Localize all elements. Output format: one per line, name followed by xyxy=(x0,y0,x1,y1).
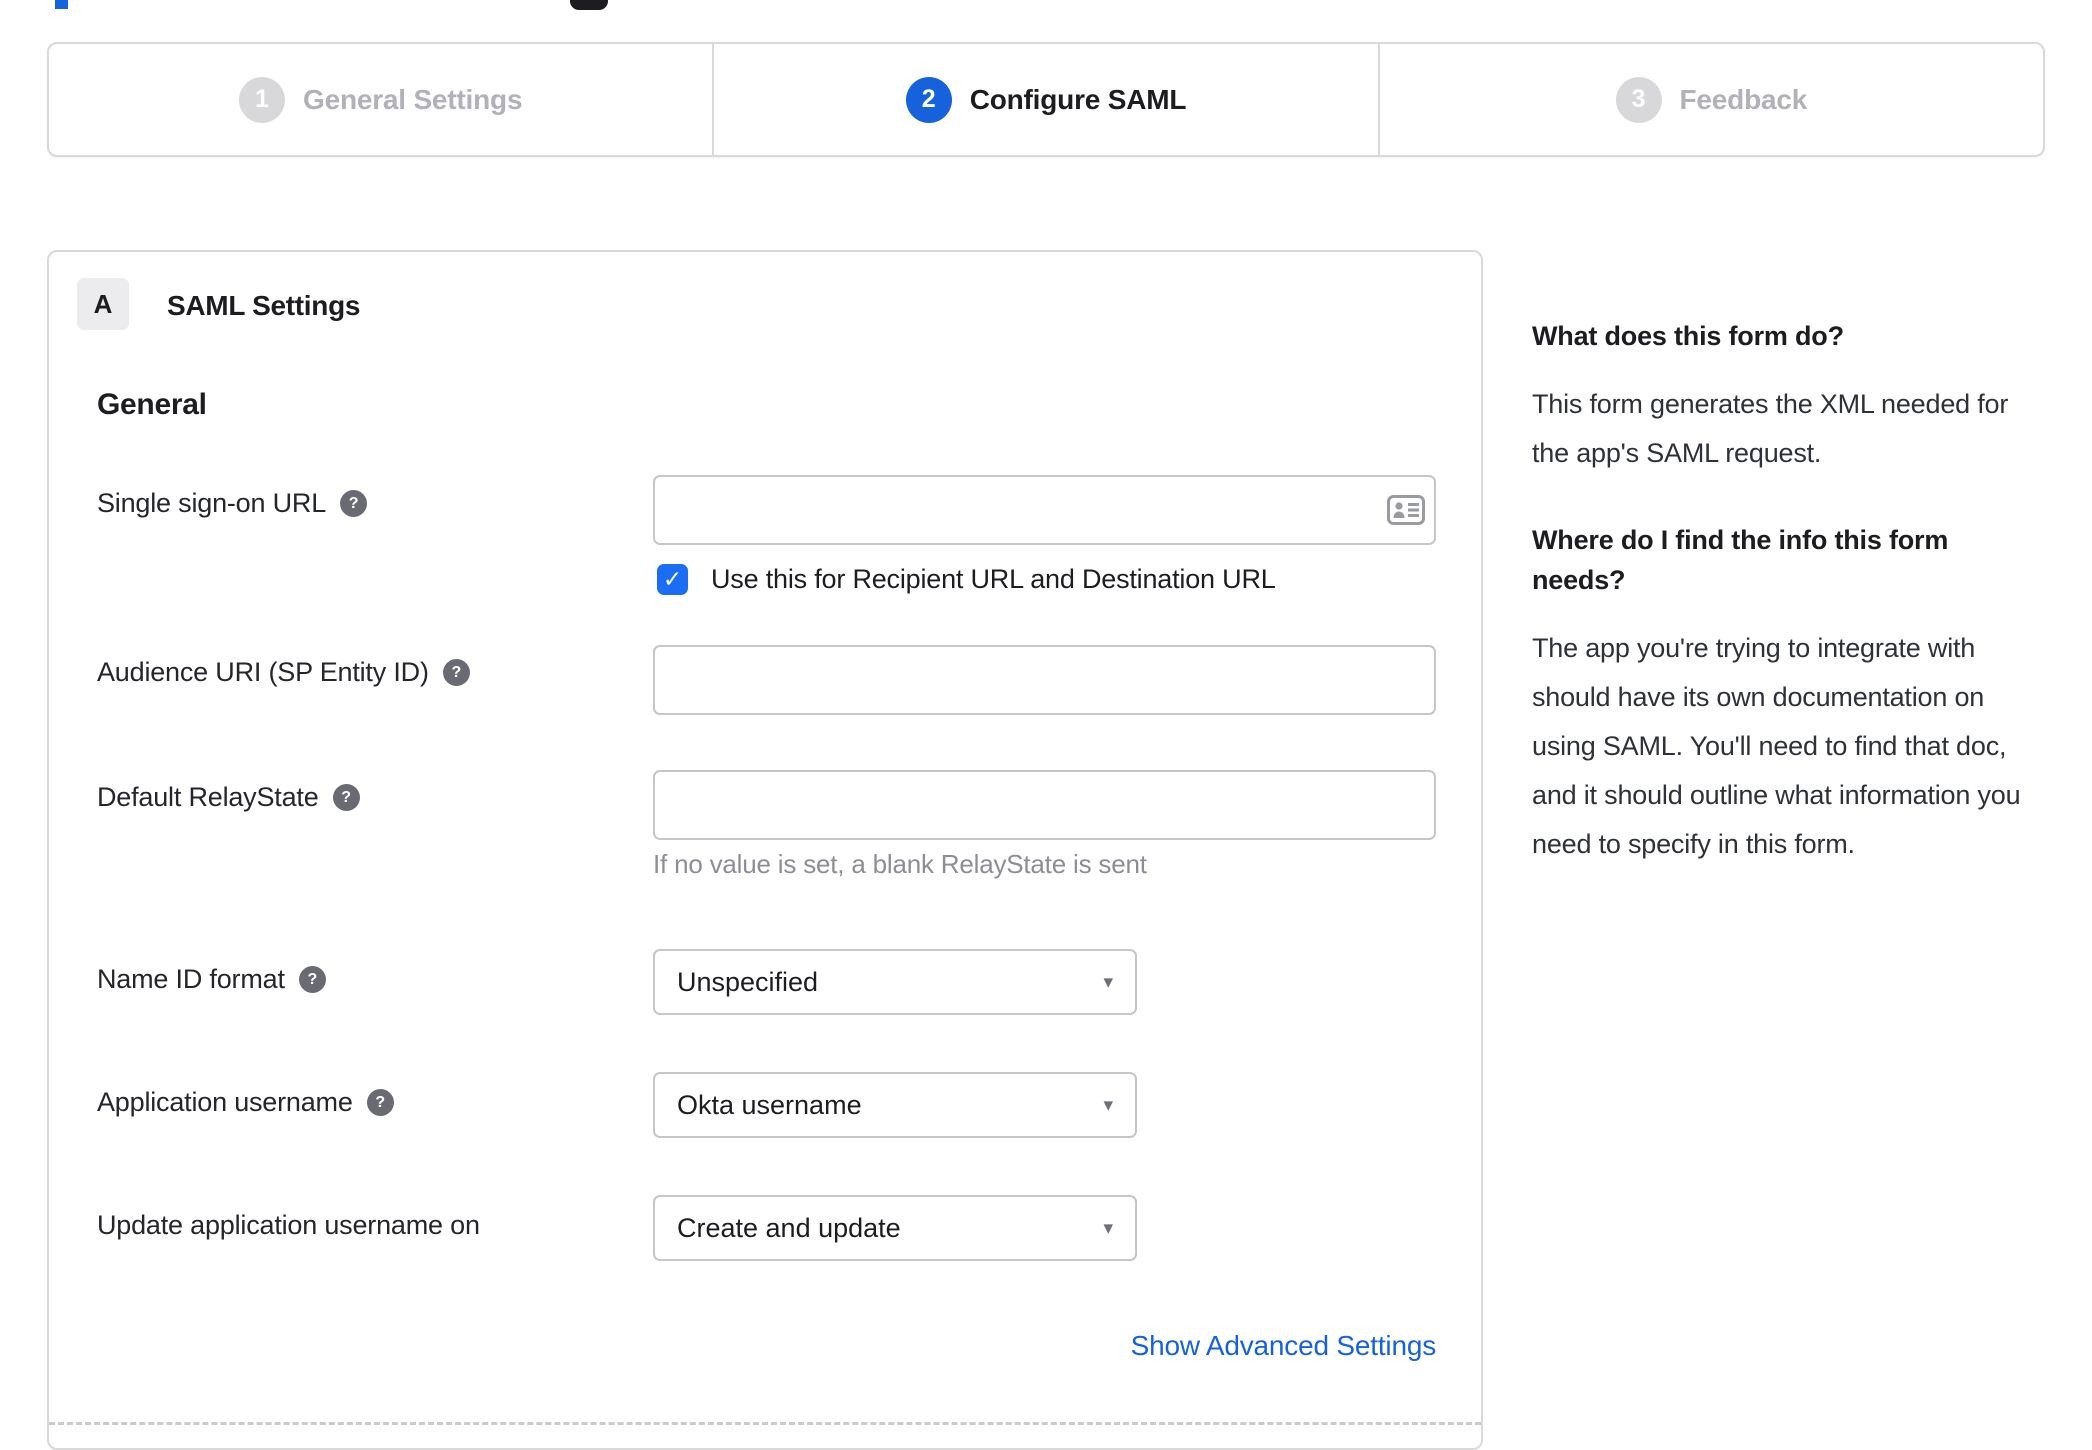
help-icon[interactable]: ? xyxy=(442,659,470,686)
step-3-label: Feedback xyxy=(1679,83,1808,115)
section-a-badge: A xyxy=(77,278,129,330)
update-application-username-label-text: Update application username on xyxy=(97,1210,480,1240)
contact-card-icon[interactable] xyxy=(1387,495,1425,525)
step-general-settings[interactable]: 1 General Settings xyxy=(49,44,712,155)
help-where-body: The app you're trying to integrate with … xyxy=(1532,633,2021,859)
help-where-heading: Where do I find the info this form needs… xyxy=(1532,525,1949,595)
update-application-username-select[interactable]: Create and update ▾ xyxy=(653,1195,1137,1261)
application-username-label: Application username ? xyxy=(97,1087,394,1118)
single-sign-on-url-input[interactable] xyxy=(653,475,1436,545)
application-username-select[interactable]: Okta username ▾ xyxy=(653,1072,1137,1138)
help-what-heading: What does this form do? xyxy=(1532,321,1844,351)
use-this-checkbox[interactable]: ✓ xyxy=(657,564,688,595)
step-3-circle: 3 xyxy=(1615,76,1662,123)
relaystate-hint: If no value is set, a blank RelayState i… xyxy=(653,849,1147,879)
saml-settings-card: A SAML Settings General Single sign-on U… xyxy=(47,250,1483,1450)
name-id-format-label: Name ID format ? xyxy=(97,964,326,995)
application-username-value: Okta username xyxy=(677,1089,862,1120)
wizard-stepper: 1 General Settings 2 Configure SAML 3 Fe… xyxy=(47,42,2045,157)
audience-uri-input[interactable] xyxy=(653,645,1436,715)
help-icon[interactable]: ? xyxy=(340,490,368,517)
step-1-circle: 1 xyxy=(239,76,285,123)
update-application-username-label: Update application username on xyxy=(97,1210,480,1241)
name-id-format-select[interactable]: Unspecified ▾ xyxy=(653,949,1137,1015)
audience-uri-label-text: Audience URI (SP Entity ID) xyxy=(97,657,429,687)
default-relaystate-label: Default RelayState ? xyxy=(97,782,360,813)
clipped-element-fragment xyxy=(55,0,68,9)
step-2-circle: 2 xyxy=(905,76,952,123)
chevron-down-icon: ▾ xyxy=(1103,1217,1113,1239)
clipped-logo-fragment xyxy=(570,0,608,10)
step-1-label: General Settings xyxy=(303,83,523,115)
next-section-divider xyxy=(49,1422,1481,1425)
chevron-down-icon: ▾ xyxy=(1103,1094,1113,1116)
application-username-label-text: Application username xyxy=(97,1087,353,1117)
chevron-down-icon: ▾ xyxy=(1103,971,1113,993)
name-id-format-label-text: Name ID format xyxy=(97,964,285,994)
name-id-format-value: Unspecified xyxy=(677,966,819,997)
single-sign-on-url-label: Single sign-on URL ? xyxy=(97,488,368,519)
help-icon[interactable]: ? xyxy=(366,1089,394,1116)
use-this-checkbox-label: Use this for Recipient URL and Destinati… xyxy=(711,564,1276,594)
step-configure-saml[interactable]: 2 Configure SAML xyxy=(712,44,1377,155)
general-heading: General xyxy=(97,388,207,421)
update-application-username-value: Create and update xyxy=(677,1212,901,1243)
saml-settings-title: SAML Settings xyxy=(167,290,361,321)
step-2-label: Configure SAML xyxy=(969,83,1187,115)
help-icon[interactable]: ? xyxy=(332,784,360,811)
default-relaystate-input[interactable] xyxy=(653,770,1436,840)
help-icon[interactable]: ? xyxy=(298,966,326,993)
show-advanced-settings-link[interactable]: Show Advanced Settings xyxy=(653,1330,1437,1362)
step-feedback[interactable]: 3 Feedback xyxy=(1377,44,2043,155)
audience-uri-label: Audience URI (SP Entity ID) ? xyxy=(97,657,470,688)
default-relaystate-label-text: Default RelayState xyxy=(97,782,319,812)
help-what-body: This form generates the XML needed for t… xyxy=(1532,389,2009,468)
single-sign-on-url-label-text: Single sign-on URL xyxy=(97,488,327,518)
help-panel: What does this form do? This form genera… xyxy=(1532,316,2044,911)
